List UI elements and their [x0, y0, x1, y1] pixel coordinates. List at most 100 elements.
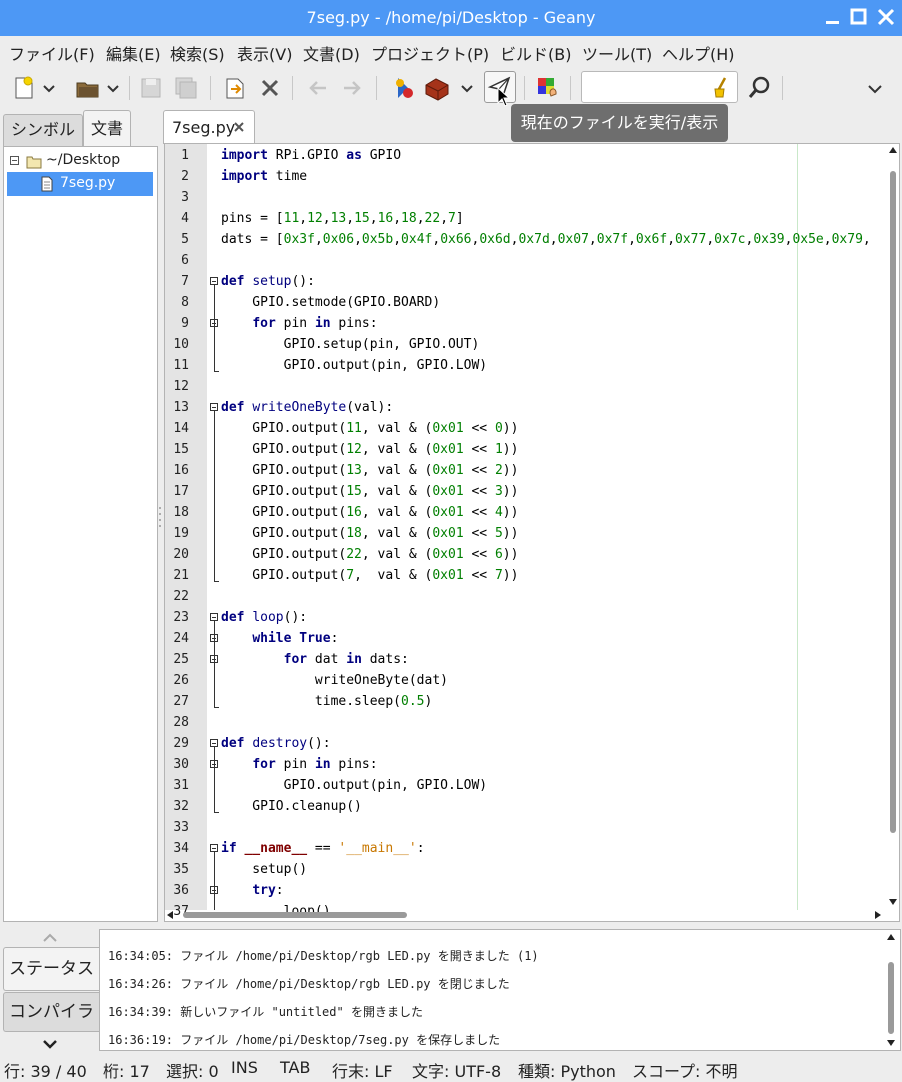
scroll-tabs-down-icon[interactable]: [40, 1036, 60, 1050]
tab-documents[interactable]: 文書: [83, 110, 131, 146]
fold-line: [214, 411, 215, 581]
status-column: 桁: 17: [103, 1062, 150, 1081]
close-icon[interactable]: [875, 6, 897, 28]
tree-file-row[interactable]: 7seg.py: [7, 172, 153, 196]
minimize-icon[interactable]: [822, 6, 844, 28]
code-line: GPIO.output(18, val & (0x01 << 5)): [221, 526, 519, 541]
tree-folder-row[interactable]: ~/Desktop: [8, 151, 153, 173]
status-bar: 行: 39 / 40 桁: 17 選択: 0 INS TAB 行末: LF 文字…: [0, 1054, 902, 1081]
tab-7seg-py[interactable]: 7seg.py: [163, 110, 255, 144]
folder-icon: [26, 154, 42, 169]
close-file-icon[interactable]: [256, 74, 284, 102]
code-line: GPIO.output(15, val & (0x01 << 3)): [221, 484, 519, 499]
back-icon[interactable]: [304, 74, 332, 102]
code-line: for pin in pins:: [252, 316, 378, 331]
message-line: 16:34:39: 新しいファイル "untitled" を開きました: [108, 1005, 423, 1019]
fold-line: [214, 621, 215, 707]
window-title: 7seg.py - /home/pi/Desktop - Geany: [306, 8, 596, 27]
collapse-icon[interactable]: [10, 156, 19, 165]
editor-vertical-scrollbar[interactable]: [886, 143, 900, 909]
code-line: GPIO.output(12, val & (0x01 << 1)): [221, 442, 519, 457]
code-line: GPIO.cleanup(): [221, 799, 362, 814]
find-icon[interactable]: [746, 74, 774, 102]
build-icon[interactable]: [423, 74, 451, 102]
code-line: writeOneByte(dat): [221, 673, 448, 688]
menu-view[interactable]: 表示(V): [237, 41, 292, 65]
menu-edit[interactable]: 編集(E): [106, 41, 161, 65]
new-file-icon[interactable]: [10, 74, 38, 102]
message-line: 16:34:05: ファイル /home/pi/Desktop/rgb LED.…: [108, 949, 539, 963]
tab-compiler[interactable]: コンパイラ: [3, 992, 99, 1032]
sidebar-tabs: シンボル 文書: [0, 110, 160, 146]
toolbar-separator: [210, 76, 211, 100]
toolbar-separator: [570, 76, 571, 100]
code-line: def loop():: [221, 610, 308, 625]
toolbar-separator: [524, 76, 525, 100]
file-label: 7seg.py: [60, 175, 116, 191]
open-file-icon[interactable]: [74, 74, 102, 102]
menu-help[interactable]: ヘルプ(H): [662, 41, 735, 65]
sidebar-splitter-handle[interactable]: [158, 505, 162, 533]
fold-toggle-icon[interactable]: [210, 403, 218, 411]
color-chooser-icon[interactable]: [535, 74, 563, 102]
code-line: dats = [0x3f,0x06,0x5b,0x4f,0x66,0x6d,0x…: [221, 232, 871, 247]
tab-status[interactable]: ステータス: [3, 947, 99, 991]
editor-tabs: 7seg.py: [163, 110, 902, 144]
file-icon: [41, 176, 53, 192]
mouse-cursor-icon: [497, 86, 511, 107]
fold-toggle-icon[interactable]: [210, 277, 218, 285]
status-encoding: 文字: UTF-8: [412, 1062, 502, 1081]
search-input[interactable]: [581, 71, 738, 103]
forward-icon[interactable]: [338, 74, 366, 102]
message-scrollbar[interactable]: [884, 930, 898, 1050]
fold-end: [214, 581, 219, 582]
code-line: for pin in pins:: [252, 757, 378, 772]
tab-close-icon[interactable]: [232, 119, 246, 133]
code-line: def setup():: [221, 274, 315, 289]
code-line: GPIO.setmode(GPIO.BOARD): [221, 295, 441, 310]
fold-line: [214, 852, 215, 910]
code-line: import time: [221, 169, 308, 184]
fold-end: [214, 371, 219, 372]
menu-build[interactable]: ビルド(B): [500, 41, 571, 65]
code-line: import RPi.GPIO as GPIO: [221, 148, 402, 163]
panel-splitter-handle[interactable]: [440, 922, 466, 935]
tab-label: 7seg.py: [172, 118, 236, 137]
menu-file[interactable]: ファイル(F): [9, 41, 95, 65]
toolbar-separator: [129, 76, 130, 100]
compile-icon[interactable]: [388, 74, 416, 102]
menu-project[interactable]: プロジェクト(P): [371, 41, 489, 65]
code-line: pins = [11,12,13,15,16,18,22,7]: [221, 211, 464, 226]
tab-symbols[interactable]: シンボル: [3, 114, 83, 146]
toolbar-separator: [376, 76, 377, 100]
scroll-tabs-up-icon[interactable]: [40, 930, 60, 944]
clear-search-icon[interactable]: [711, 75, 733, 99]
code-editor[interactable]: 1 2 3 4 5 6 7 8 9 10 11 12 13 14 15 16 17 18 19 20 21 22 23 24 2…: [164, 143, 900, 922]
fold-toggle-icon[interactable]: [210, 739, 218, 747]
fold-toggle-icon[interactable]: [210, 844, 218, 852]
code-line: def writeOneByte(val):: [221, 400, 394, 415]
status-eol: 行末: LF: [332, 1062, 393, 1081]
menu-document[interactable]: 文書(D): [303, 41, 360, 65]
fold-line: [214, 747, 215, 812]
save-icon[interactable]: [137, 74, 165, 102]
save-all-icon[interactable]: [172, 74, 200, 102]
revert-icon[interactable]: [221, 74, 249, 102]
menu-tools[interactable]: ツール(T): [582, 41, 652, 65]
code-line: time.sleep(0.5): [221, 694, 433, 709]
menu-search[interactable]: 検索(S): [170, 41, 225, 65]
new-dropdown-icon[interactable]: [42, 74, 56, 102]
toolbar-separator: [782, 76, 783, 100]
editor-horizontal-scrollbar[interactable]: [165, 907, 887, 921]
toolbar-separator: [292, 76, 293, 100]
status-selection: 選択: 0: [166, 1062, 219, 1081]
code-line: setup(): [221, 862, 308, 877]
code-line: def destroy():: [221, 736, 331, 751]
fold-toggle-icon[interactable]: [210, 613, 218, 621]
overflow-icon[interactable]: [866, 74, 884, 102]
maximize-icon[interactable]: [848, 6, 870, 28]
build-dropdown-icon[interactable]: [460, 74, 474, 102]
open-dropdown-icon[interactable]: [106, 74, 120, 102]
status-scope: スコープ: 不明: [632, 1062, 738, 1081]
folder-label: ~/Desktop: [46, 152, 121, 168]
